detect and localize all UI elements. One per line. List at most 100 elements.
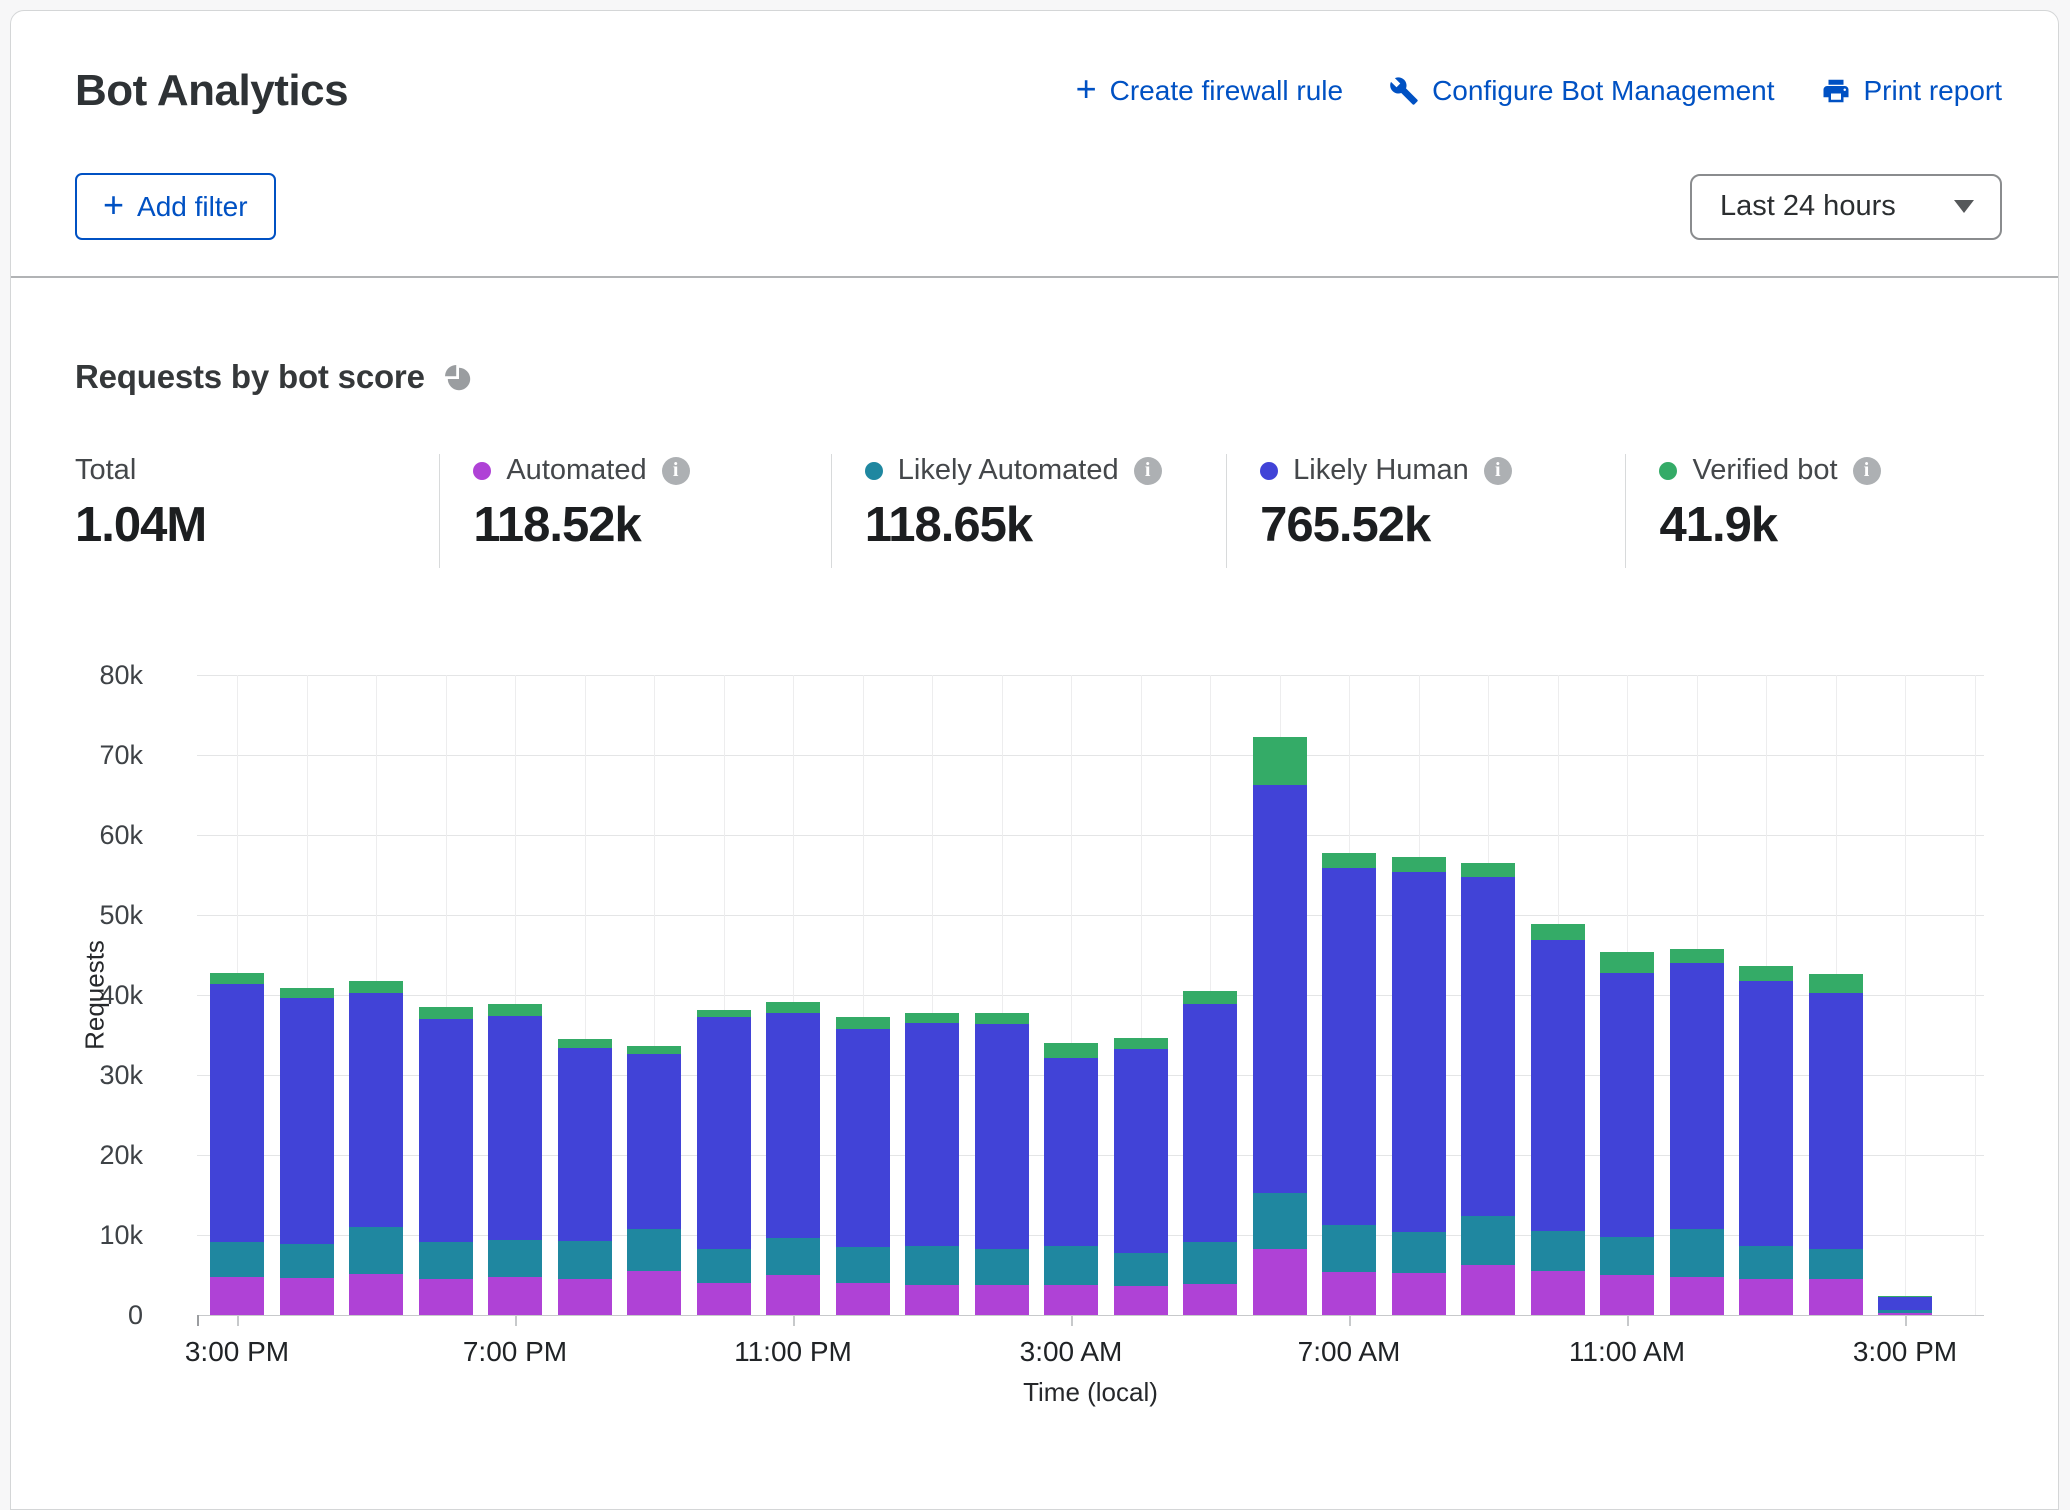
chart-bar-segment[interactable] (1461, 877, 1515, 1215)
chart-bar-segment[interactable] (766, 1238, 820, 1275)
chart-bar-segment[interactable] (697, 1283, 751, 1315)
chart-bar-segment[interactable] (419, 1242, 473, 1279)
chart-bar-segment[interactable] (1392, 1232, 1446, 1274)
create-firewall-rule-link[interactable]: + Create firewall rule (1076, 75, 1343, 107)
chart-bar-segment[interactable] (905, 1246, 959, 1285)
chart-bar-segment[interactable] (1044, 1058, 1098, 1246)
chart-bar-segment[interactable] (349, 981, 403, 993)
add-filter-button[interactable]: + Add filter (75, 173, 276, 240)
chart-bar-segment[interactable] (836, 1017, 890, 1029)
chart-bar-segment[interactable] (1531, 1271, 1585, 1315)
chart-bar-segment[interactable] (1809, 993, 1863, 1249)
chart-bar-segment[interactable] (1253, 1193, 1307, 1249)
chart-bar-segment[interactable] (558, 1048, 612, 1241)
chart-bar-segment[interactable] (1183, 991, 1237, 1004)
chart-bar-segment[interactable] (1044, 1246, 1098, 1285)
chart-bar-segment[interactable] (1183, 1284, 1237, 1315)
chart-bar-segment[interactable] (1809, 1249, 1863, 1279)
chart-bar-segment[interactable] (975, 1285, 1029, 1315)
chart-bar-segment[interactable] (1322, 868, 1376, 1225)
chart-bar-segment[interactable] (1392, 872, 1446, 1232)
chart-bar-segment[interactable] (210, 984, 264, 1242)
chart-bar-segment[interactable] (697, 1017, 751, 1249)
chart-bar-segment[interactable] (697, 1010, 751, 1017)
chart-bar-segment[interactable] (1322, 853, 1376, 867)
stat-likely-human[interactable]: Likely Human i 765.52k (1226, 454, 1625, 568)
chart-bar-segment[interactable] (1600, 1275, 1654, 1315)
stat-likely-automated[interactable]: Likely Automated i 118.65k (831, 454, 1226, 568)
chart-bar-segment[interactable] (558, 1279, 612, 1315)
chart-bar-segment[interactable] (558, 1241, 612, 1279)
chart-bar-segment[interactable] (1253, 737, 1307, 786)
chart-bar-segment[interactable] (836, 1029, 890, 1247)
chart-bar-segment[interactable] (905, 1023, 959, 1246)
chart-bar-segment[interactable] (1114, 1286, 1168, 1315)
chart-bar-segment[interactable] (280, 988, 334, 998)
chart-bar-segment[interactable] (1531, 924, 1585, 940)
chart-bar-segment[interactable] (1044, 1043, 1098, 1058)
chart-bar-segment[interactable] (1461, 863, 1515, 877)
chart-bar-segment[interactable] (210, 973, 264, 983)
chart-bar-segment[interactable] (1809, 974, 1863, 992)
chart-bar-segment[interactable] (1531, 1231, 1585, 1271)
info-icon[interactable]: i (662, 457, 690, 485)
chart-bar-segment[interactable] (488, 1240, 542, 1278)
chart-bar-segment[interactable] (1183, 1004, 1237, 1242)
chart-bar-segment[interactable] (1600, 973, 1654, 1236)
chart-bar-segment[interactable] (488, 1277, 542, 1315)
chart-bar-segment[interactable] (1183, 1242, 1237, 1284)
chart-bar-segment[interactable] (558, 1039, 612, 1048)
chart-bar-segment[interactable] (1670, 963, 1724, 1229)
chart-bar-segment[interactable] (766, 1275, 820, 1315)
info-icon[interactable]: i (1484, 457, 1512, 485)
chart-bar-segment[interactable] (1044, 1285, 1098, 1315)
chart-bar-segment[interactable] (1392, 1273, 1446, 1315)
configure-bot-management-link[interactable]: Configure Bot Management (1389, 75, 1774, 107)
chart-bar-segment[interactable] (280, 1244, 334, 1278)
chart-bar-segment[interactable] (627, 1229, 681, 1271)
chart-bar-segment[interactable] (349, 1274, 403, 1315)
chart-bar-segment[interactable] (766, 1013, 820, 1238)
chart-bar-segment[interactable] (1809, 1279, 1863, 1315)
chart-bar-segment[interactable] (627, 1054, 681, 1229)
chart-bar-segment[interactable] (1739, 966, 1793, 981)
chart-bar-segment[interactable] (1670, 1229, 1724, 1277)
chart-bar-segment[interactable] (1600, 1237, 1654, 1275)
chart-bar-segment[interactable] (1392, 857, 1446, 872)
chart-bar-segment[interactable] (905, 1285, 959, 1315)
chart-bar-segment[interactable] (836, 1247, 890, 1283)
chart-bar-segment[interactable] (1878, 1310, 1932, 1313)
chart-bar-segment[interactable] (488, 1004, 542, 1016)
time-range-select[interactable]: Last 24 hours (1690, 174, 2002, 240)
print-report-link[interactable]: Print report (1821, 75, 2003, 107)
chart-bar-segment[interactable] (1114, 1253, 1168, 1286)
chart-bar-segment[interactable] (1253, 1249, 1307, 1315)
chart-bar-segment[interactable] (1739, 1279, 1793, 1315)
chart-bar-segment[interactable] (488, 1016, 542, 1240)
chart-bar-segment[interactable] (1600, 952, 1654, 974)
chart-bar-segment[interactable] (419, 1019, 473, 1242)
chart-bar-segment[interactable] (1253, 785, 1307, 1192)
chart-bar-segment[interactable] (1322, 1272, 1376, 1315)
stat-automated[interactable]: Automated i 118.52k (439, 454, 830, 568)
chart-bar-segment[interactable] (836, 1283, 890, 1315)
info-icon[interactable]: i (1134, 457, 1162, 485)
chart-bar-segment[interactable] (627, 1271, 681, 1315)
chart-bar-segment[interactable] (349, 1227, 403, 1274)
info-icon[interactable]: i (1853, 457, 1881, 485)
chart-bar-segment[interactable] (210, 1242, 264, 1277)
chart-bar-segment[interactable] (1114, 1038, 1168, 1049)
chart-bar-segment[interactable] (1739, 1246, 1793, 1279)
chart-bar-segment[interactable] (1461, 1265, 1515, 1315)
chart-bar-segment[interactable] (280, 998, 334, 1244)
chart-bar-segment[interactable] (697, 1249, 751, 1283)
chart-bar-segment[interactable] (1461, 1216, 1515, 1265)
chart-bar-segment[interactable] (905, 1013, 959, 1023)
chart-bar-segment[interactable] (1114, 1049, 1168, 1253)
stat-verified-bot[interactable]: Verified bot i 41.9k (1625, 454, 2002, 568)
chart-bar-segment[interactable] (419, 1279, 473, 1315)
chart-bar-segment[interactable] (766, 1002, 820, 1013)
chart-bar-segment[interactable] (349, 993, 403, 1227)
chart-bar-segment[interactable] (975, 1024, 1029, 1250)
chart-bar-segment[interactable] (1670, 1277, 1724, 1315)
